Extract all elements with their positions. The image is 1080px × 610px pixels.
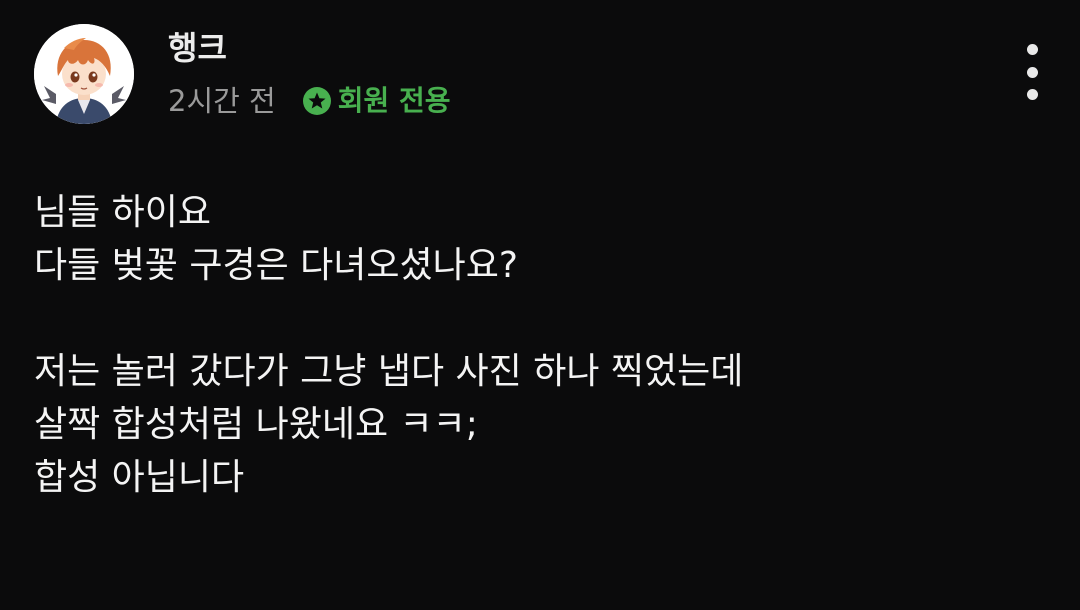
members-only-badge: 회원 전용: [302, 81, 451, 121]
avatar-image: [34, 24, 134, 124]
post-meta: 2시간 전 회원 전용: [168, 81, 451, 121]
more-options-button[interactable]: [1020, 44, 1044, 100]
more-vertical-icon-dot-2: [1026, 66, 1038, 78]
avatar[interactable]: [34, 24, 134, 124]
post-text-line: 살짝 합성처럼 나왔네요 ㅋㅋ;: [34, 404, 478, 445]
post-text-line: 저는 놀러 갔다가 그냥 냅다 사진 하나 찍었는데: [34, 351, 744, 392]
post-text-line: 님들 하이요: [34, 192, 212, 233]
post-time: 2시간 전: [168, 84, 276, 118]
more-vertical-icon-dot-3: [1026, 89, 1038, 100]
post-text-line: 다들 벚꽃 구경은 다녀오셨나요?: [34, 245, 518, 286]
post-text-line: 합성 아닙니다: [34, 457, 245, 498]
more-vertical-icon: [1026, 44, 1038, 55]
post-header: 행크 2시간 전 회원 전용: [34, 24, 1044, 128]
author-name[interactable]: 행크: [168, 28, 227, 68]
post-body: 님들 하이요 다들 벚꽃 구경은 다녀오셨나요? 저는 놀러 갔다가 그냥 냅다…: [34, 186, 1044, 504]
badge-label: 회원 전용: [337, 84, 451, 117]
star-circle-icon: [302, 87, 331, 115]
